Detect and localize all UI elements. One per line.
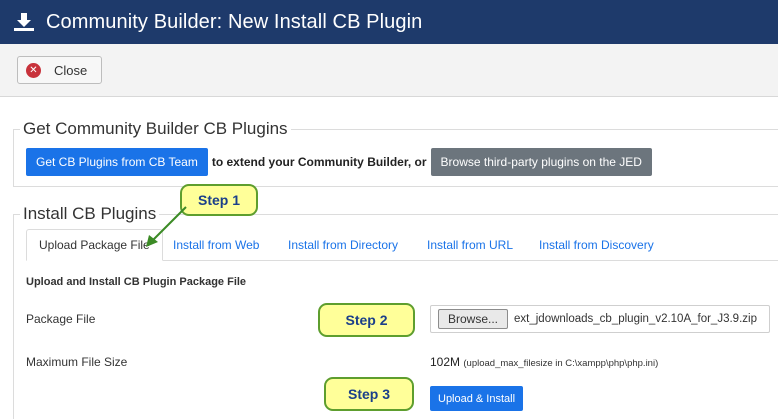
get-plugins-connector-text: to extend your Community Builder, or	[211, 155, 427, 169]
get-cb-team-button[interactable]: Get CB Plugins from CB Team	[26, 148, 208, 176]
package-file-label: Package File	[26, 312, 96, 326]
get-plugins-legend: Get Community Builder CB Plugins	[23, 119, 288, 138]
upload-section-title: Upload and Install CB Plugin Package Fil…	[26, 276, 247, 288]
max-size-number: 102M	[430, 355, 461, 369]
toolbar: ✕ Close	[0, 44, 778, 97]
get-plugins-fieldset: Get Community Builder CB Plugins Get CB …	[13, 119, 778, 187]
browse-jed-button[interactable]: Browse third-party plugins on the JED	[430, 148, 652, 176]
selected-file-name: ext_jdownloads_cb_plugin_v2.10A_for_J3.9…	[514, 313, 757, 325]
download-icon	[14, 13, 34, 31]
step2-callout: Step 2	[318, 303, 415, 337]
close-circle-icon: ✕	[26, 62, 41, 78]
max-file-size-label: Maximum File Size	[26, 355, 128, 369]
browse-button[interactable]: Browse...	[438, 309, 509, 329]
package-file-input[interactable]: Browse... ext_jdownloads_cb_plugin_v2.10…	[430, 305, 770, 333]
tab-install-from-url[interactable]: Install from URL	[427, 229, 513, 261]
close-button-label: Close	[54, 62, 88, 78]
tab-install-from-directory[interactable]: Install from Directory	[288, 229, 398, 261]
max-file-size-value: 102M (upload_max_filesize in C:\xampp\ph…	[430, 355, 658, 369]
page-title: Community Builder: New Install CB Plugin	[46, 10, 423, 33]
max-size-note: (upload_max_filesize in C:\xampp\php\php…	[463, 358, 659, 369]
step3-callout: Step 3	[324, 377, 414, 411]
tab-install-from-discovery[interactable]: Install from Discovery	[539, 229, 654, 261]
install-tabs: Upload Package File Install from Web Ins…	[26, 229, 778, 261]
upload-install-button[interactable]: Upload & Install	[430, 386, 524, 411]
get-plugins-row: Get CB Plugins from CB Team to extend yo…	[26, 148, 652, 176]
step1-arrow-icon	[146, 206, 187, 247]
close-button[interactable]: ✕ Close	[17, 56, 102, 84]
title-bar: Community Builder: New Install CB Plugin	[0, 0, 778, 44]
install-plugins-legend: Install CB Plugins	[23, 204, 157, 223]
